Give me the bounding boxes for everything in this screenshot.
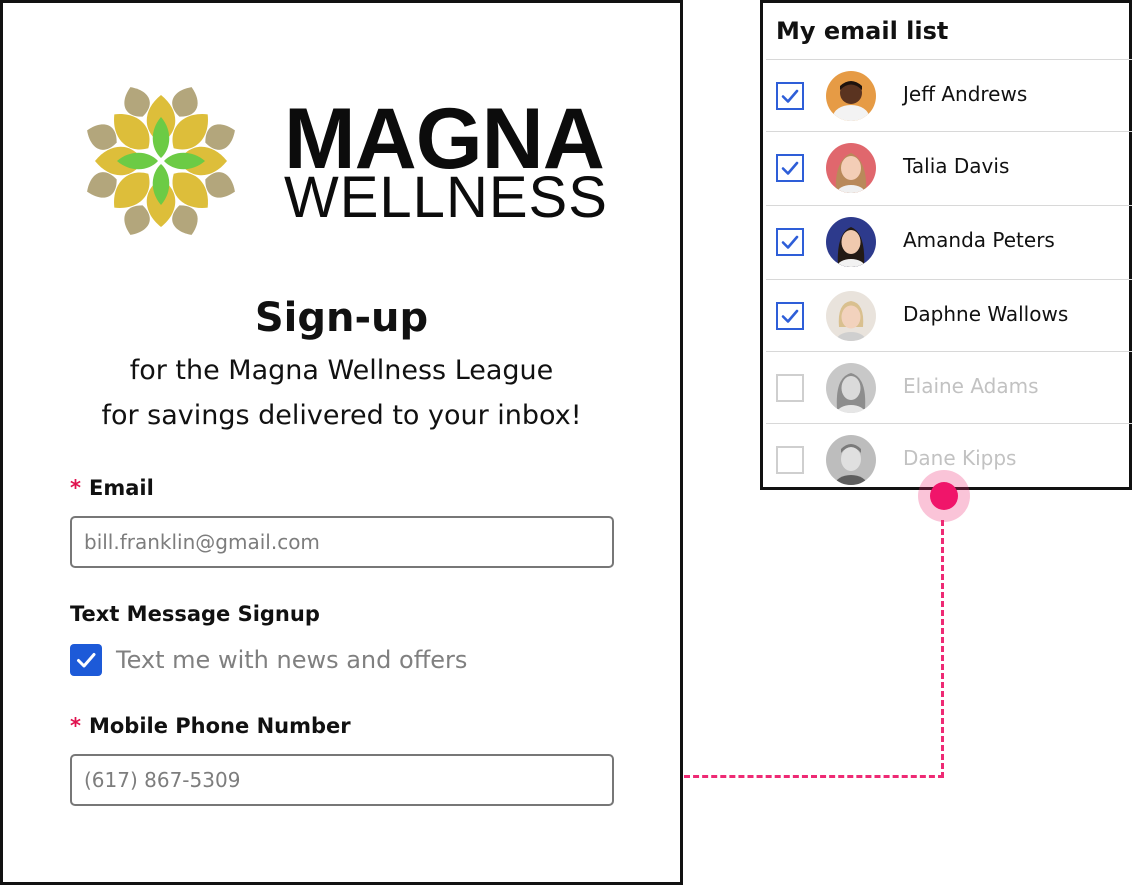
list-item[interactable]: Daphne Wallows bbox=[766, 279, 1132, 352]
list-item-name: Elaine Adams bbox=[903, 374, 1039, 398]
list-item[interactable]: Amanda Peters bbox=[766, 205, 1132, 278]
brand-name-line2: WELLNESS bbox=[284, 165, 608, 230]
magna-flower-logo-icon bbox=[87, 87, 235, 235]
person-avatar-icon bbox=[826, 217, 876, 267]
phone-input[interactable] bbox=[70, 754, 614, 806]
phone-label-text: Mobile Phone Number bbox=[88, 714, 351, 738]
required-asterisk: * bbox=[70, 476, 81, 500]
sms-section-label: Text Message Signup bbox=[70, 602, 320, 626]
email-list-title: My email list bbox=[776, 17, 949, 45]
person-avatar-icon bbox=[826, 291, 876, 341]
signup-card: MAGNA WELLNESS Sign-up for the Magna Wel… bbox=[0, 0, 683, 885]
person-avatar-icon bbox=[826, 143, 876, 193]
connector-line-horizontal bbox=[684, 775, 944, 778]
list-item-checkbox[interactable] bbox=[776, 228, 804, 256]
avatar bbox=[826, 217, 876, 267]
connector-dot bbox=[930, 482, 958, 510]
connector-line-vertical bbox=[941, 520, 944, 778]
email-label-text: Email bbox=[88, 476, 154, 500]
avatar bbox=[826, 363, 876, 413]
list-item-name: Talia Davis bbox=[903, 154, 1010, 178]
phone-label: * Mobile Phone Number bbox=[70, 714, 351, 738]
avatar bbox=[826, 291, 876, 341]
avatar bbox=[826, 143, 876, 193]
page-title: Sign-up bbox=[254, 295, 429, 341]
list-item[interactable]: Jeff Andrews bbox=[766, 59, 1132, 132]
list-item-name: Dane Kipps bbox=[903, 446, 1017, 470]
person-avatar-icon bbox=[826, 363, 876, 413]
list-item-name: Daphne Wallows bbox=[903, 302, 1069, 326]
list-item[interactable]: Talia Davis bbox=[766, 131, 1132, 204]
list-item-checkbox[interactable] bbox=[776, 82, 804, 110]
sms-optin-row[interactable]: Text me with news and offers bbox=[70, 644, 467, 676]
checkmark-icon bbox=[781, 89, 799, 103]
list-item-checkbox[interactable] bbox=[776, 154, 804, 182]
list-item-name: Jeff Andrews bbox=[903, 82, 1028, 106]
list-item-checkbox[interactable] bbox=[776, 302, 804, 330]
sms-optin-label: Text me with news and offers bbox=[116, 646, 468, 674]
checkmark-icon bbox=[77, 653, 96, 668]
required-asterisk: * bbox=[70, 714, 81, 738]
email-label: * Email bbox=[70, 476, 154, 500]
subtitle-line2: for savings delivered to your inbox! bbox=[101, 400, 582, 431]
avatar bbox=[826, 435, 876, 485]
person-avatar-icon bbox=[826, 435, 876, 485]
checkmark-icon bbox=[781, 161, 799, 175]
list-item-checkbox[interactable] bbox=[776, 446, 804, 474]
list-item-checkbox[interactable] bbox=[776, 374, 804, 402]
checkmark-icon bbox=[781, 235, 799, 249]
list-item-name: Amanda Peters bbox=[903, 228, 1055, 252]
avatar bbox=[826, 71, 876, 121]
person-avatar-icon bbox=[826, 71, 876, 121]
email-input[interactable] bbox=[70, 516, 614, 568]
list-item[interactable]: Elaine Adams bbox=[766, 351, 1132, 424]
email-list-panel: My email list Jeff Andrews Talia Davis A… bbox=[760, 0, 1132, 490]
sms-optin-checkbox[interactable] bbox=[70, 644, 102, 676]
subtitle-line1: for the Magna Wellness League bbox=[129, 355, 554, 386]
checkmark-icon bbox=[781, 309, 799, 323]
